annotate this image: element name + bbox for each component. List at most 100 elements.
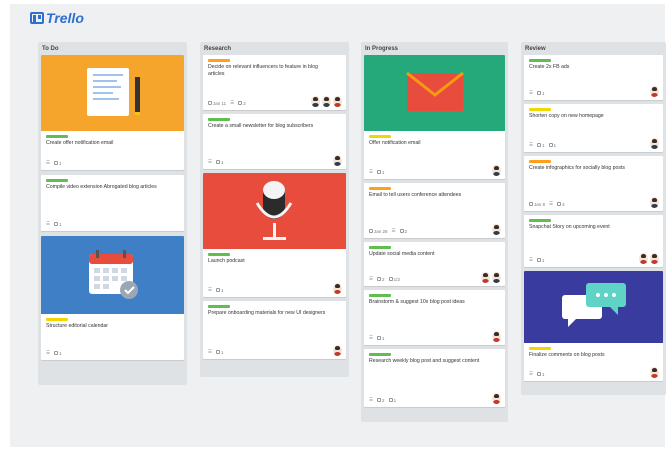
attachment-count: 1 <box>553 142 557 148</box>
avatar[interactable] <box>333 345 342 356</box>
description-badge: ☰ <box>529 257 534 262</box>
comment-icon <box>216 160 221 164</box>
avatar[interactable] <box>492 165 501 176</box>
card-badges: ☰ 2 1 <box>369 397 396 403</box>
due-date-badge: Jan 28 <box>369 229 388 234</box>
card-title: Shorten copy on new homepage <box>529 113 604 119</box>
avatar[interactable] <box>333 283 342 294</box>
list-review: Review Create 2x FB ads ☰ 1 Shorten copy… <box>521 42 666 395</box>
card-members <box>333 155 342 166</box>
description-badge: ☰ <box>391 228 396 233</box>
checklist-progress: 1/3 <box>393 276 400 282</box>
comment-icon <box>238 101 243 105</box>
card-badges: ☰ 1 <box>46 221 62 227</box>
checklist-icon <box>557 202 562 206</box>
comment-count: 1 <box>382 169 385 175</box>
avatar[interactable] <box>492 393 501 404</box>
card-badges: ☰ 1 <box>369 169 385 175</box>
card[interactable]: Brainstorm & suggest 10x blog post ideas… <box>364 290 505 345</box>
card[interactable]: Create infographics for socially blog po… <box>524 156 663 211</box>
card-badges: ☰ 1 <box>529 257 545 263</box>
card[interactable]: Shorten copy on new homepage ☰ 1 1 <box>524 104 663 152</box>
comment-count: 1 <box>542 142 545 148</box>
avatar[interactable] <box>333 155 342 166</box>
comment-count: 1 <box>221 159 224 165</box>
card[interactable]: Offer notification email ☰ 1 <box>364 55 505 179</box>
card-title: Snapchat Story on upcoming event <box>529 224 610 230</box>
description-badge: ☰ <box>369 397 374 402</box>
microphone-illustration-icon <box>255 181 293 240</box>
avatar[interactable] <box>481 272 490 283</box>
attachment-icon <box>388 398 393 402</box>
card[interactable]: Launch podcast ☰ 1 <box>203 173 346 297</box>
comment-count: 1 <box>382 335 385 341</box>
trello-logo[interactable]: Trello <box>30 9 84 27</box>
comment-count: 1 <box>221 349 224 355</box>
avatar[interactable] <box>492 331 501 342</box>
card[interactable]: Create offer notification email ☰ 1 <box>41 55 184 170</box>
description-badge: ☰ <box>46 160 51 165</box>
card[interactable]: Prepare onboarding materials for new UI … <box>203 301 346 359</box>
comment-icon <box>537 258 542 262</box>
avatar[interactable] <box>650 86 659 97</box>
trello-logo-icon <box>30 12 44 24</box>
card-members <box>492 393 501 404</box>
comment-badge: 1 <box>377 170 385 175</box>
list-to-do: To Do Create offer notification email ☰ … <box>38 42 187 385</box>
card[interactable]: Compile video extension Abrogated blog a… <box>41 175 184 231</box>
card[interactable]: Create 2x FB ads ☰ 1 <box>524 55 663 100</box>
card-badges: ☰ 1 <box>529 371 545 377</box>
card-members <box>333 283 342 294</box>
checklist-badge: 1/3 <box>388 276 400 282</box>
card[interactable]: Snapchat Story on upcoming event ☰ 1 <box>524 215 663 267</box>
card[interactable]: Finalize comments on blog posts ☰ 1 <box>524 271 663 381</box>
avatar[interactable] <box>650 367 659 378</box>
avatar[interactable] <box>311 96 320 107</box>
card[interactable]: Create a small newsletter for blog subsc… <box>203 114 346 169</box>
avatar[interactable] <box>492 224 501 235</box>
comment-badge: 1 <box>537 372 545 377</box>
card[interactable]: Email to tell users conference attendees… <box>364 183 505 238</box>
description-badge: ☰ <box>46 350 51 355</box>
card-cover <box>524 271 663 343</box>
due-date: Jan 8 <box>534 201 546 207</box>
comment-icon <box>216 350 221 354</box>
comment-badge: 1 <box>54 351 62 356</box>
card-title: Decide on relevant influencers to featur… <box>208 64 318 77</box>
avatar[interactable] <box>639 253 648 264</box>
comment-badge: 2 <box>238 101 246 106</box>
card[interactable]: Research weekly blog post and suggest co… <box>364 349 505 407</box>
comment-count: 2 <box>243 100 246 106</box>
comment-icon <box>377 170 382 174</box>
card[interactable]: Decide on relevant influencers to featur… <box>203 55 346 110</box>
avatar[interactable] <box>322 96 331 107</box>
card[interactable]: Update social media content ☰ 2 1/3 <box>364 242 505 286</box>
description-badge: ☰ <box>369 169 374 174</box>
envelope-illustration-icon <box>406 71 464 111</box>
card-members <box>481 272 501 283</box>
description-badge: ☰ <box>369 276 374 281</box>
comment-icon <box>377 398 382 402</box>
card-cover <box>364 55 505 131</box>
card[interactable]: Structure editorial calendar ☰ 1 <box>41 236 184 360</box>
card-title: Research weekly blog post and suggest co… <box>369 358 480 364</box>
avatar[interactable] <box>650 253 659 264</box>
comment-badge: 1 <box>537 258 545 263</box>
avatar[interactable] <box>333 96 342 107</box>
comment-icon <box>537 143 542 147</box>
due-date-badge: Jan 11 <box>208 101 226 106</box>
card-cover <box>203 173 346 249</box>
chat-bubbles-illustration-icon <box>562 283 626 327</box>
avatar[interactable] <box>492 272 501 283</box>
avatar[interactable] <box>650 138 659 149</box>
avatar[interactable] <box>650 197 659 208</box>
attachment-count: 1 <box>393 397 397 403</box>
card-title: Prepare onboarding materials for new UI … <box>208 310 326 316</box>
due-date-badge: Jan 8 <box>529 202 545 207</box>
card-badges: ☰ 1 1 <box>529 142 556 148</box>
description-badge: ☰ <box>208 287 213 292</box>
comment-badge: 2 <box>377 277 385 282</box>
description-badge: ☰ <box>529 90 534 95</box>
description-badge: ☰ <box>208 159 213 164</box>
card-title: Create offer notification email <box>46 140 114 146</box>
